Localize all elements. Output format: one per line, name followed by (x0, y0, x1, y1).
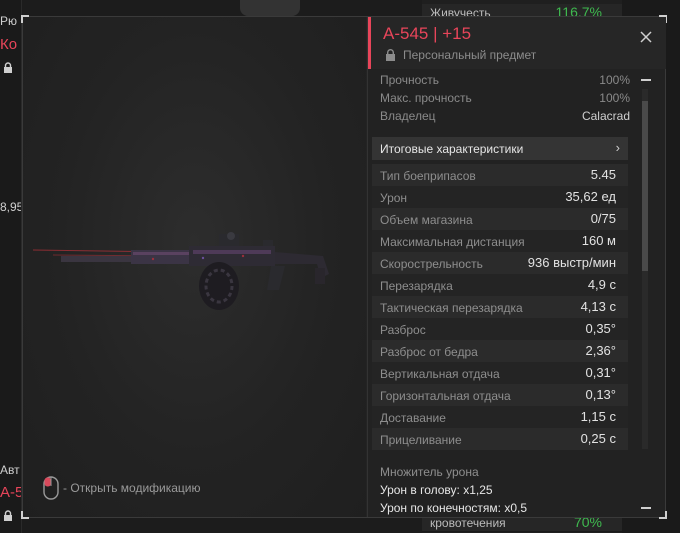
owner-row: Владелец Calacrad (380, 109, 630, 123)
background-label: Рю (0, 14, 18, 28)
weapon-image (33, 232, 329, 310)
item-details-panel: А-545 | +15 Персональный предмет Прочнос… (367, 17, 666, 517)
scroll-down-button[interactable] (641, 507, 651, 509)
item-header: А-545 | +15 Персональный предмет (368, 17, 666, 69)
item-details-content: Прочность 100% Макс. прочность 100% Влад… (372, 69, 640, 517)
background-item-name: Ко (0, 36, 18, 53)
stat-row: Перезарядка 4,9 с (372, 274, 628, 296)
stat-row: Скорострельность 936 выстр/мин (372, 252, 628, 274)
mouse-icon (43, 476, 59, 500)
lock-icon (386, 49, 395, 61)
final-stats-label: Итоговые характеристики (380, 142, 524, 156)
item-title: А-545 | +15 (383, 24, 472, 43)
background-item-name: А-5 (0, 484, 22, 501)
stat-row: Тип боеприпасов 5.45 (372, 164, 628, 186)
damage-multiplier-section: Множитель урона Урон в голову: x1,25 Уро… (380, 465, 630, 519)
scrollbar-thumb[interactable] (642, 101, 648, 271)
stats-list: Тип боеприпасов 5.45 Урон 35,62 ед Объем м… (372, 164, 628, 450)
stat-row: Разброс от бедра 2,36° (372, 340, 628, 362)
background-inventory-panel: Рю Ко 8,95 Авт А-5 (0, 0, 22, 533)
stat-row: Объем магазина 0/75 (372, 208, 628, 230)
close-icon[interactable] (638, 29, 654, 45)
max-durability-row: Макс. прочность 100% (380, 91, 630, 105)
stat-row: Разброс 0,35° (372, 318, 628, 340)
background-label: Авт (0, 463, 20, 477)
background-item-thumbnail (240, 0, 300, 16)
personal-item-label: Персональный предмет (403, 48, 537, 62)
lock-icon (4, 510, 12, 521)
damage-multiplier-heading: Множитель урона (380, 465, 479, 479)
head-damage-multiplier: Урон в голову: x1,25 (380, 483, 493, 497)
lock-icon (4, 62, 12, 73)
stat-row: Прицеливание 0,25 с (372, 428, 628, 450)
stat-row: Вертикальная отдача 0,31° (372, 362, 628, 384)
open-modification-hint: - Открыть модификацию (43, 475, 201, 501)
final-stats-button[interactable]: Итоговые характеристики › (372, 137, 628, 160)
weapon-preview[interactable]: - Открыть модификацию (23, 17, 366, 517)
hint-text: - Открыть модификацию (63, 481, 201, 495)
limb-damage-multiplier: Урон по конечностям: x0,5 (380, 501, 528, 515)
item-subtitle: Персональный предмет (385, 48, 536, 62)
background-value: 8,95 (0, 200, 22, 214)
stat-row: Доставание 1,15 с (372, 406, 628, 428)
stat-row: Урон 35,62 ед (372, 186, 628, 208)
stat-row: Максимальная дистанция 160 м (372, 230, 628, 252)
scroll-up-button[interactable] (641, 79, 651, 81)
item-details-modal: - Открыть модификацию А-545 | +15 Персон… (21, 15, 667, 519)
durability-row: Прочность 100% (380, 73, 630, 87)
stat-row: Горизонтальная отдача 0,13° (372, 384, 628, 406)
chevron-right-icon: › (615, 140, 620, 155)
stat-row: Тактическая перезарядка 4,13 с (372, 296, 628, 318)
